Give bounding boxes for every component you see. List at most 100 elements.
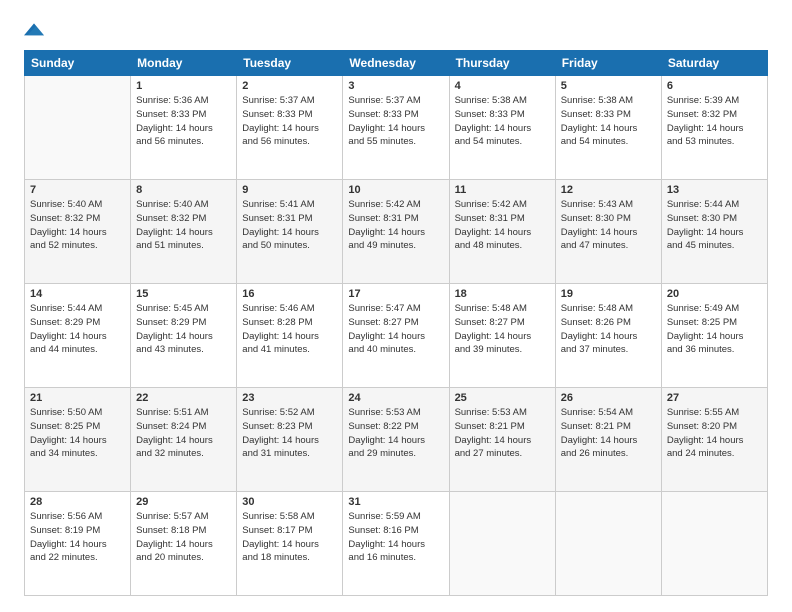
weekday-sunday: Sunday [25,51,131,76]
day-number: 25 [455,392,550,404]
weekday-monday: Monday [131,51,237,76]
day-number: 1 [136,80,231,92]
calendar-cell: 11 Sunrise: 5:42 AM Sunset: 8:31 PM Dayli… [449,180,555,284]
calendar-cell: 24 Sunrise: 5:53 AM Sunset: 8:22 PM Dayli… [343,388,449,492]
day-number: 12 [561,184,656,196]
calendar-cell [555,492,661,596]
day-info: Sunrise: 5:49 AM Sunset: 8:25 PM Dayligh… [667,302,762,357]
day-info: Sunrise: 5:55 AM Sunset: 8:20 PM Dayligh… [667,406,762,461]
calendar-cell: 17 Sunrise: 5:47 AM Sunset: 8:27 PM Dayli… [343,284,449,388]
calendar-cell: 31Sunrise: 5:59 AM Sunset: 8:16 PM Dayli… [343,492,449,596]
day-info: Sunrise: 5:44 AM Sunset: 8:29 PM Dayligh… [30,302,125,357]
day-info: Sunrise: 5:48 AM Sunset: 8:26 PM Dayligh… [561,302,656,357]
day-info: Sunrise: 5:53 AM Sunset: 8:21 PM Dayligh… [455,406,550,461]
day-number: 26 [561,392,656,404]
day-info: Sunrise: 5:54 AM Sunset: 8:21 PM Dayligh… [561,406,656,461]
day-number: 21 [30,392,125,404]
logo [24,20,48,40]
logo-icon [24,20,44,40]
day-number: 3 [348,80,443,92]
weekday-tuesday: Tuesday [237,51,343,76]
day-number: 4 [455,80,550,92]
calendar-cell: 8 Sunrise: 5:40 AM Sunset: 8:32 PM Daylig… [131,180,237,284]
calendar-cell: 3 Sunrise: 5:37 AM Sunset: 8:33 PM Daylig… [343,76,449,180]
day-info: Sunrise: 5:37 AM Sunset: 8:33 PM Dayligh… [242,94,337,149]
day-info: Sunrise: 5:53 AM Sunset: 8:22 PM Dayligh… [348,406,443,461]
day-info: Sunrise: 5:57 AM Sunset: 8:18 PM Dayligh… [136,510,231,565]
calendar-cell: 22 Sunrise: 5:51 AM Sunset: 8:24 PM Dayli… [131,388,237,492]
day-number: 8 [136,184,231,196]
day-number: 23 [242,392,337,404]
calendar-cell: 18 Sunrise: 5:48 AM Sunset: 8:27 PM Dayli… [449,284,555,388]
day-number: 7 [30,184,125,196]
day-info: Sunrise: 5:37 AM Sunset: 8:33 PM Dayligh… [348,94,443,149]
day-info: Sunrise: 5:40 AM Sunset: 8:32 PM Dayligh… [136,198,231,253]
calendar-cell: 2 Sunrise: 5:37 AM Sunset: 8:33 PM Daylig… [237,76,343,180]
day-number: 11 [455,184,550,196]
calendar-cell: 19 Sunrise: 5:48 AM Sunset: 8:26 PM Dayli… [555,284,661,388]
day-info: Sunrise: 5:56 AM Sunset: 8:19 PM Dayligh… [30,510,125,565]
day-info: Sunrise: 5:58 AM Sunset: 8:17 PM Dayligh… [242,510,337,565]
day-info: Sunrise: 5:51 AM Sunset: 8:24 PM Dayligh… [136,406,231,461]
calendar-cell: 6 Sunrise: 5:39 AM Sunset: 8:32 PM Daylig… [661,76,767,180]
day-number: 31 [348,496,443,508]
day-number: 15 [136,288,231,300]
day-info: Sunrise: 5:46 AM Sunset: 8:28 PM Dayligh… [242,302,337,357]
week-row-3: 14 Sunrise: 5:44 AM Sunset: 8:29 PM Dayli… [25,284,768,388]
day-info: Sunrise: 5:38 AM Sunset: 8:33 PM Dayligh… [561,94,656,149]
page: SundayMondayTuesdayWednesdayThursdayFrid… [0,0,792,612]
calendar-cell: 12Sunrise: 5:43 AM Sunset: 8:30 PM Dayli… [555,180,661,284]
day-number: 6 [667,80,762,92]
day-number: 17 [348,288,443,300]
calendar-cell [449,492,555,596]
calendar-cell: 25 Sunrise: 5:53 AM Sunset: 8:21 PM Dayli… [449,388,555,492]
calendar-cell: 1 Sunrise: 5:36 AM Sunset: 8:33 PM Daylig… [131,76,237,180]
day-info: Sunrise: 5:48 AM Sunset: 8:27 PM Dayligh… [455,302,550,357]
day-number: 30 [242,496,337,508]
week-row-5: 28 Sunrise: 5:56 AM Sunset: 8:19 PM Dayli… [25,492,768,596]
calendar-cell: 29Sunrise: 5:57 AM Sunset: 8:18 PM Dayli… [131,492,237,596]
calendar-cell [25,76,131,180]
day-info: Sunrise: 5:47 AM Sunset: 8:27 PM Dayligh… [348,302,443,357]
day-number: 13 [667,184,762,196]
calendar-cell: 28 Sunrise: 5:56 AM Sunset: 8:19 PM Dayli… [25,492,131,596]
calendar-cell: 13Sunrise: 5:44 AM Sunset: 8:30 PM Dayli… [661,180,767,284]
calendar-cell: 20 Sunrise: 5:49 AM Sunset: 8:25 PM Dayli… [661,284,767,388]
weekday-saturday: Saturday [661,51,767,76]
weekday-header-row: SundayMondayTuesdayWednesdayThursdayFrid… [25,51,768,76]
day-number: 27 [667,392,762,404]
day-number: 22 [136,392,231,404]
day-number: 5 [561,80,656,92]
day-info: Sunrise: 5:45 AM Sunset: 8:29 PM Dayligh… [136,302,231,357]
day-number: 14 [30,288,125,300]
day-info: Sunrise: 5:40 AM Sunset: 8:32 PM Dayligh… [30,198,125,253]
day-number: 9 [242,184,337,196]
day-info: Sunrise: 5:42 AM Sunset: 8:31 PM Dayligh… [348,198,443,253]
calendar-cell: 10 Sunrise: 5:42 AM Sunset: 8:31 PM Dayli… [343,180,449,284]
day-number: 16 [242,288,337,300]
day-info: Sunrise: 5:39 AM Sunset: 8:32 PM Dayligh… [667,94,762,149]
calendar-cell: 16 Sunrise: 5:46 AM Sunset: 8:28 PM Dayli… [237,284,343,388]
day-info: Sunrise: 5:52 AM Sunset: 8:23 PM Dayligh… [242,406,337,461]
day-info: Sunrise: 5:38 AM Sunset: 8:33 PM Dayligh… [455,94,550,149]
week-row-1: 1 Sunrise: 5:36 AM Sunset: 8:33 PM Daylig… [25,76,768,180]
calendar-cell: 5 Sunrise: 5:38 AM Sunset: 8:33 PM Daylig… [555,76,661,180]
header [24,20,768,40]
day-number: 28 [30,496,125,508]
day-info: Sunrise: 5:50 AM Sunset: 8:25 PM Dayligh… [30,406,125,461]
day-info: Sunrise: 5:36 AM Sunset: 8:33 PM Dayligh… [136,94,231,149]
week-row-2: 7 Sunrise: 5:40 AM Sunset: 8:32 PM Daylig… [25,180,768,284]
day-number: 20 [667,288,762,300]
day-number: 24 [348,392,443,404]
day-number: 10 [348,184,443,196]
calendar-cell: 23 Sunrise: 5:52 AM Sunset: 8:23 PM Dayli… [237,388,343,492]
day-number: 18 [455,288,550,300]
day-number: 19 [561,288,656,300]
day-number: 2 [242,80,337,92]
calendar-cell: 4 Sunrise: 5:38 AM Sunset: 8:33 PM Daylig… [449,76,555,180]
calendar-cell: 21 Sunrise: 5:50 AM Sunset: 8:25 PM Dayli… [25,388,131,492]
day-info: Sunrise: 5:42 AM Sunset: 8:31 PM Dayligh… [455,198,550,253]
calendar-cell: 9Sunrise: 5:41 AM Sunset: 8:31 PM Daylig… [237,180,343,284]
calendar-cell: 30 Sunrise: 5:58 AM Sunset: 8:17 PM Dayli… [237,492,343,596]
calendar-cell: 14 Sunrise: 5:44 AM Sunset: 8:29 PM Dayli… [25,284,131,388]
